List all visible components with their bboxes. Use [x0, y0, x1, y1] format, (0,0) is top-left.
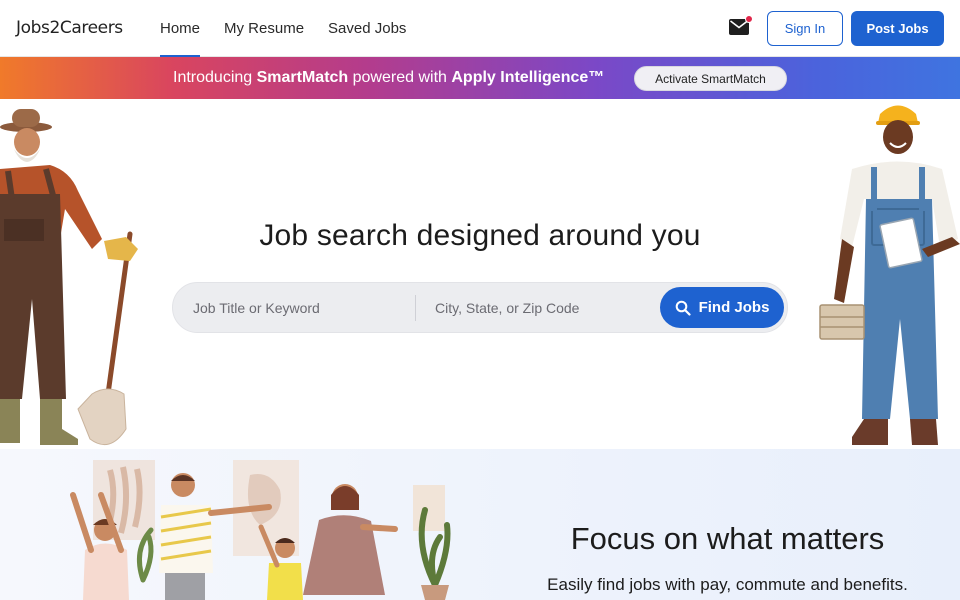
find-jobs-label: Find Jobs: [698, 299, 770, 316]
banner-brand: SmartMatch: [256, 69, 349, 86]
nav-my-resume[interactable]: My Resume: [224, 0, 304, 57]
nav-home[interactable]: Home: [160, 0, 201, 57]
jobs2careers-logo[interactable]: Jobs2Careers: [16, 17, 123, 39]
banner-text: Introducing SmartMatch powered with Appl…: [173, 69, 604, 87]
job-search-bar: Find Jobs: [172, 282, 788, 333]
notification-dot: [745, 15, 753, 23]
banner-product: Apply Intelligence™: [451, 69, 605, 86]
nav-saved-jobs[interactable]: Saved Jobs: [328, 0, 406, 57]
find-jobs-button[interactable]: Find Jobs: [660, 287, 784, 328]
search-divider: [415, 295, 416, 321]
feature-subtitle: Easily find jobs with pay, commute and b…: [547, 575, 908, 594]
location-input[interactable]: [435, 283, 655, 332]
main-nav: Home My Resume Saved Jobs: [160, 0, 430, 57]
top-header: Jobs2Careers Home My Resume Saved Jobs S…: [0, 0, 960, 57]
smartmatch-banner: Introducing SmartMatch powered with Appl…: [0, 57, 960, 99]
sign-in-button[interactable]: Sign In: [767, 11, 843, 46]
worker-illustration: [819, 105, 960, 445]
keyword-input[interactable]: [193, 283, 408, 332]
feature-title: Focus on what matters: [570, 521, 885, 556]
nav-saved-jobs-label: Saved Jobs: [328, 20, 407, 37]
banner-intro: Introducing: [173, 69, 257, 86]
team-illustration: [70, 460, 451, 600]
banner-mid: powered with: [348, 69, 452, 86]
search-icon: [675, 300, 691, 316]
logo-text: Jobs2Careers: [16, 18, 123, 38]
activate-smartmatch-button[interactable]: Activate SmartMatch: [634, 66, 787, 91]
farmer-illustration: [0, 109, 138, 446]
post-jobs-button[interactable]: Post Jobs: [851, 11, 944, 46]
nav-home-label: Home: [160, 20, 201, 37]
nav-my-resume-label: My Resume: [224, 20, 305, 37]
